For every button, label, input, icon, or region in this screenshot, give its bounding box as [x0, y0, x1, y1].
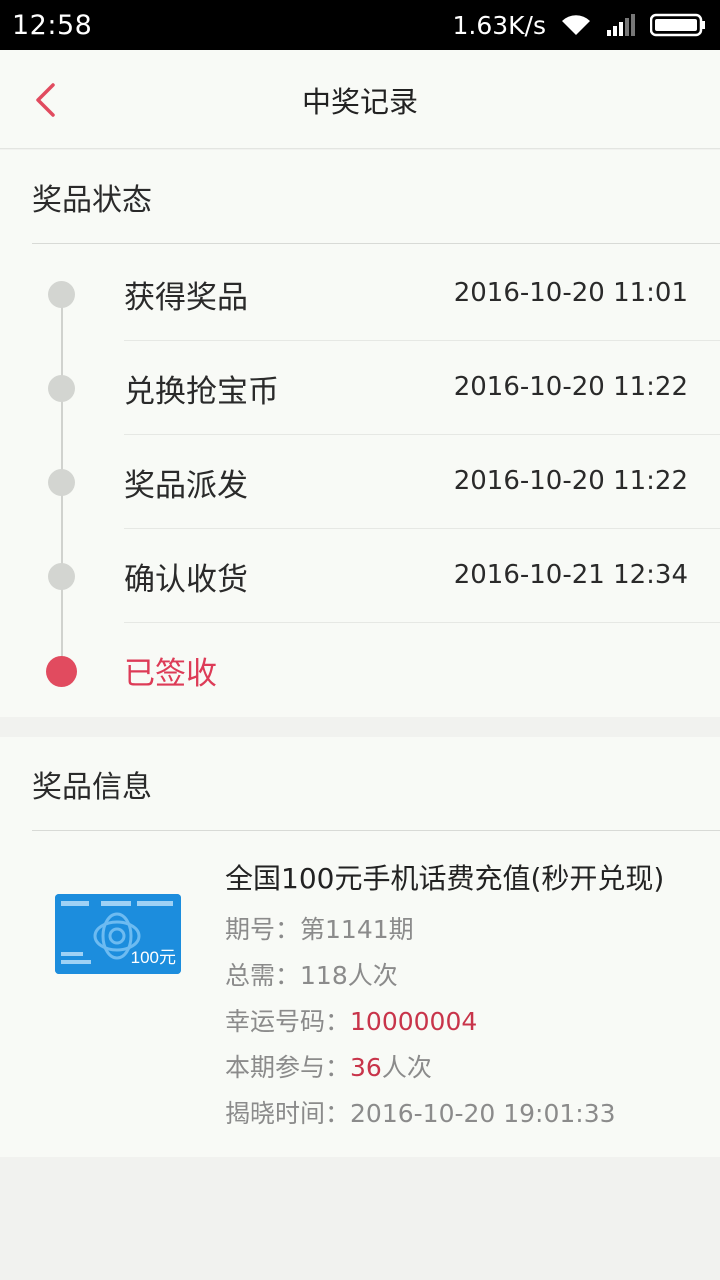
wifi-icon [560, 13, 592, 37]
total-required-row: 总需：118人次 [225, 956, 398, 992]
step-time: 2016-10-20 11:22 [453, 466, 688, 496]
timeline-step-current: 已签收 [0, 623, 720, 717]
total-label: 总需： [225, 961, 301, 990]
step-time: 2016-10-20 11:01 [453, 278, 688, 308]
period-label: 期号： [225, 915, 301, 944]
reveal-time: 2016-10-20 19:01:33 [350, 1099, 616, 1128]
reveal-time-row: 揭晓时间：2016-10-20 19:01:33 [225, 1094, 616, 1130]
prize-info-card: 奖品信息 100元 全国100元手机话费充值(秒开兑现) 期号：第1141期 总… [0, 737, 720, 1157]
timeline-step: 奖品派发 2016-10-20 11:22 [0, 435, 720, 529]
timeline-dot [48, 375, 75, 402]
status-bar: 12:58 1.63K/s [0, 0, 720, 50]
lucky-number-row: 幸运号码：10000004 [225, 1002, 477, 1038]
signal-icon [606, 13, 636, 37]
step-time: 2016-10-21 12:34 [453, 560, 688, 590]
timeline-step: 兑换抢宝币 2016-10-20 11:22 [0, 341, 720, 435]
step-label: 已签收 [124, 655, 217, 692]
timeline-dot-active [46, 656, 77, 687]
page-title: 中奖记录 [301, 84, 418, 119]
step-label: 兑换抢宝币 [124, 373, 279, 410]
prize-info-heading: 奖品信息 [32, 737, 720, 831]
joined-label: 本期参与： [225, 1053, 351, 1082]
timeline-step: 确认收货 2016-10-21 12:34 [0, 529, 720, 623]
status-icons: 1.63K/s [452, 11, 706, 40]
step-time: 2016-10-20 11:22 [453, 372, 688, 402]
prize-status-heading: 奖品状态 [32, 150, 720, 244]
total-value: 118人次 [300, 961, 398, 990]
card-amount: 100元 [130, 948, 176, 967]
reveal-label: 揭晓时间： [225, 1099, 351, 1128]
timeline-step: 获得奖品 2016-10-20 11:01 [0, 247, 720, 341]
battery-icon [650, 13, 706, 37]
prize-title[interactable]: 全国100元手机话费充值(秒开兑现) [225, 857, 664, 897]
joined-unit: 人次 [381, 1053, 432, 1082]
prize-status-card: 奖品状态 获得奖品 2016-10-20 11:01 兑换抢宝币 2016-10… [0, 150, 720, 717]
clock: 12:58 [12, 9, 93, 41]
lucky-number: 10000004 [350, 1007, 478, 1036]
lucky-label: 幸运号码： [225, 1007, 351, 1036]
period-value: 第1141期 [300, 915, 414, 944]
timeline-dot [48, 469, 75, 496]
participation-row: 本期参与：36人次 [225, 1048, 432, 1084]
period-row: 期号：第1141期 [225, 910, 414, 946]
step-label: 获得奖品 [124, 279, 248, 316]
step-label: 奖品派发 [124, 467, 248, 504]
joined-count: 36 [350, 1053, 382, 1082]
timeline-dot [48, 281, 75, 308]
prize-card-image[interactable]: 100元 [55, 894, 181, 974]
timeline-dot [48, 563, 75, 590]
nav-bar: 中奖记录 [0, 50, 720, 149]
step-label: 确认收货 [124, 561, 248, 598]
network-speed: 1.63K/s [452, 10, 546, 40]
